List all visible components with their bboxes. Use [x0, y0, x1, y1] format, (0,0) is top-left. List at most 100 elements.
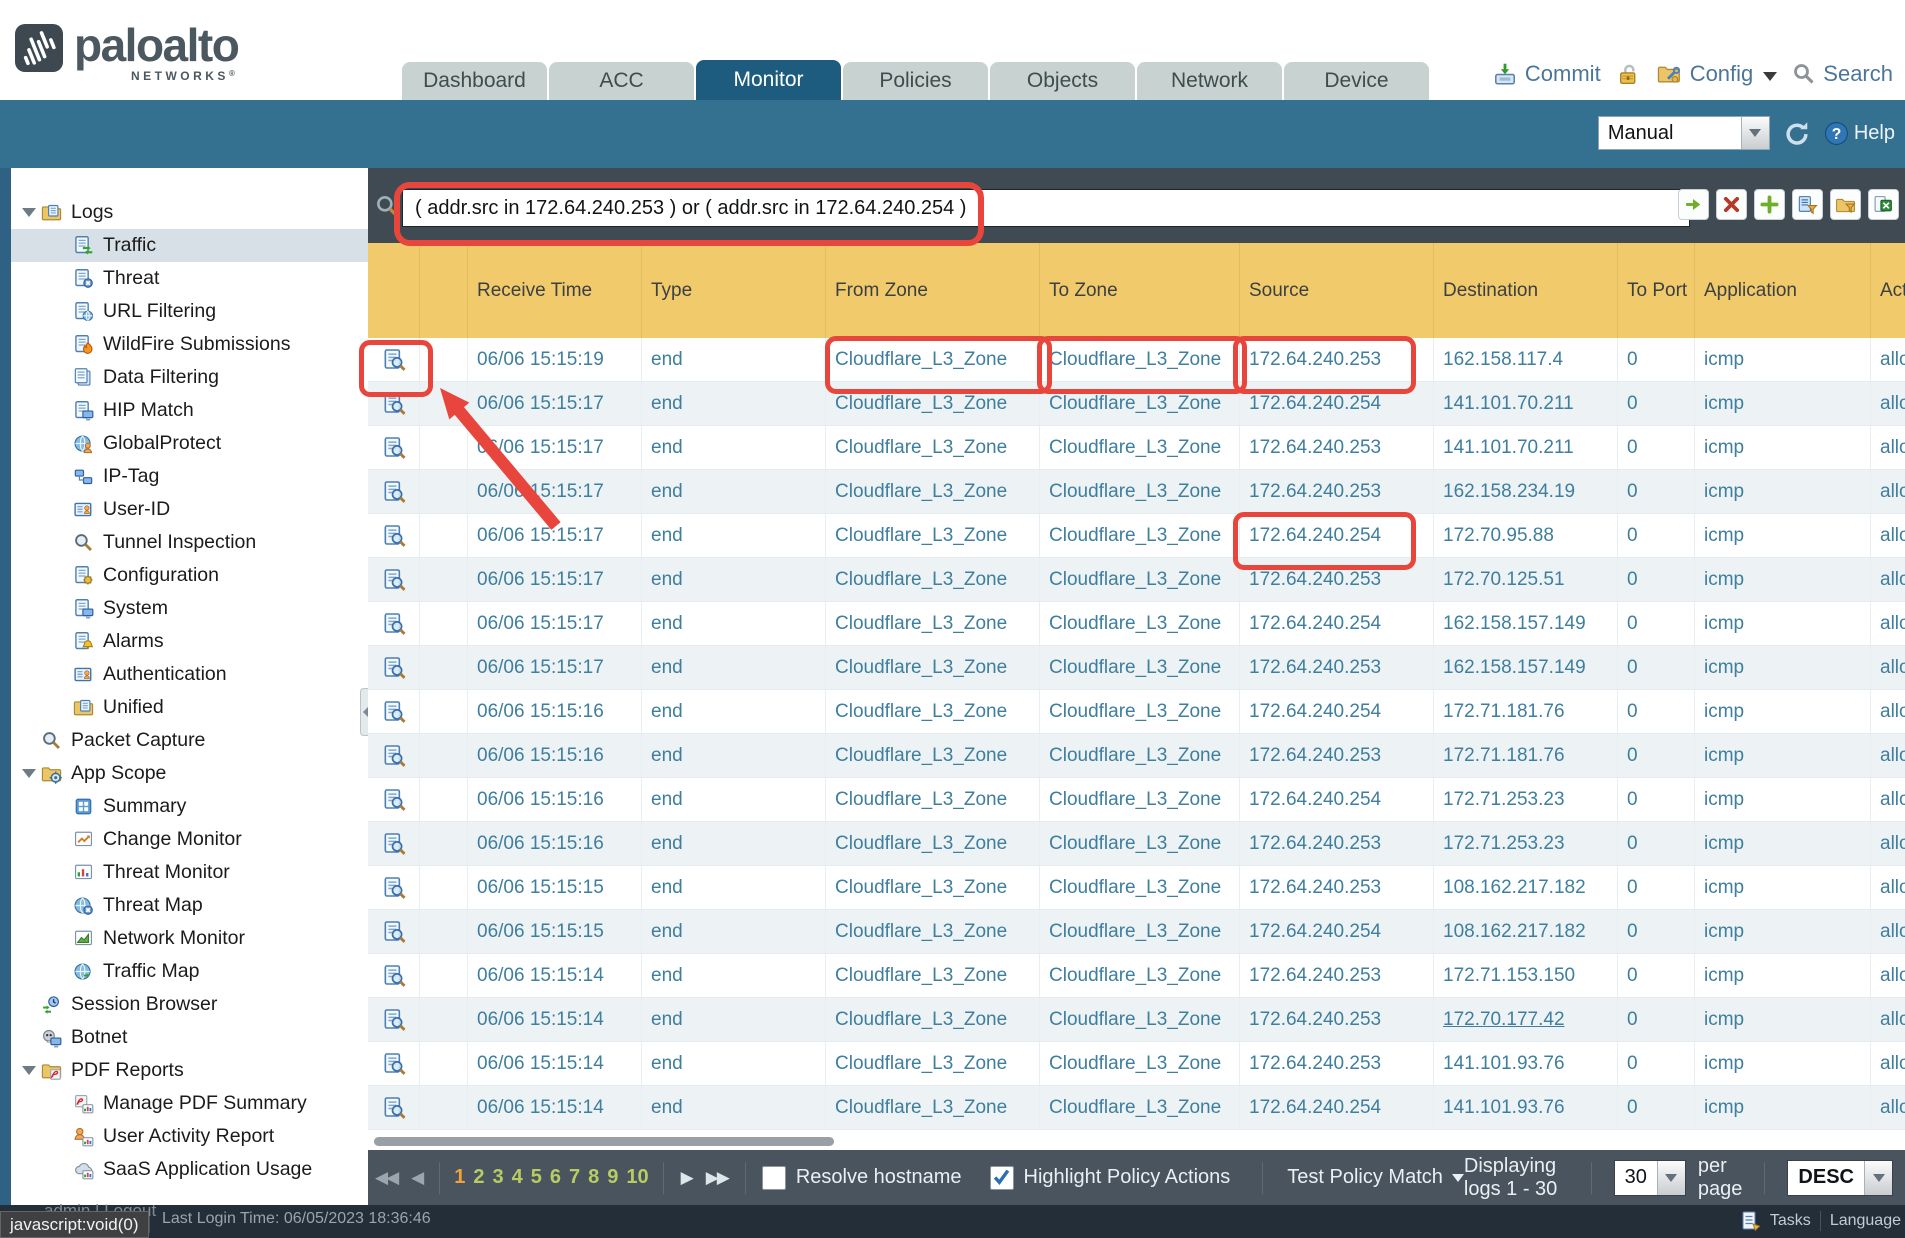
log-detail-button[interactable] [368, 910, 420, 953]
page-number-5[interactable]: 5 [531, 1166, 542, 1189]
log-detail-button[interactable] [368, 338, 420, 381]
sidebar-item-unified[interactable]: Unified [11, 691, 368, 724]
help-button[interactable]: ? Help [1824, 121, 1895, 146]
log-detail-button[interactable] [368, 690, 420, 733]
log-detail-button[interactable] [368, 646, 420, 689]
search-button[interactable]: Search [1792, 61, 1893, 87]
sidebar-item-change-monitor[interactable]: Change Monitor [11, 823, 368, 856]
highlight-policy-checkbox[interactable] [990, 1166, 1014, 1190]
sidebar-item-threat-monitor[interactable]: Threat Monitor [11, 856, 368, 889]
sidebar-item-network-monitor[interactable]: Network Monitor [11, 922, 368, 955]
tasks-button[interactable]: Tasks [1770, 1212, 1811, 1230]
tab-acc[interactable]: ACC [549, 62, 694, 100]
resolve-hostname-checkbox[interactable] [762, 1166, 786, 1190]
page-number-6[interactable]: 6 [550, 1166, 561, 1189]
tab-dashboard[interactable]: Dashboard [402, 62, 547, 100]
sidebar-item-saas-application-usage[interactable]: SaaS Application Usage [11, 1153, 368, 1186]
config-menu[interactable]: Config [1656, 61, 1778, 87]
sidebar-item-system[interactable]: System [11, 592, 368, 625]
column-header-to_port[interactable]: To Port [1618, 243, 1695, 338]
sidebar-item-threat-map[interactable]: Threat Map [11, 889, 368, 922]
page-number-7[interactable]: 7 [569, 1166, 580, 1189]
tab-monitor[interactable]: Monitor [696, 60, 841, 100]
select-arrow-icon[interactable] [1741, 117, 1769, 149]
sidebar-item-session-browser[interactable]: Session Browser [11, 988, 368, 1021]
sidebar-item-data-filtering[interactable]: Data Filtering [11, 361, 368, 394]
horizontal-scrollbar[interactable] [368, 1130, 1905, 1150]
refresh-interval-select[interactable]: Manual [1598, 116, 1770, 150]
select-arrow-icon[interactable] [1864, 1161, 1892, 1195]
expander-icon[interactable] [22, 208, 36, 217]
log-detail-button[interactable] [368, 602, 420, 645]
column-header-destination[interactable]: Destination [1434, 243, 1618, 338]
log-detail-button[interactable] [368, 514, 420, 557]
page-number-1[interactable]: 1 [454, 1166, 465, 1189]
column-header-source[interactable]: Source [1240, 243, 1434, 338]
apply-filter-button[interactable] [1678, 189, 1709, 220]
log-detail-button[interactable] [368, 778, 420, 821]
column-header-from_zone[interactable]: From Zone [826, 243, 1040, 338]
sidebar-item-configuration[interactable]: Configuration [11, 559, 368, 592]
sidebar-item-globalprotect[interactable]: GlobalProtect [11, 427, 368, 460]
page-number-9[interactable]: 9 [607, 1166, 618, 1189]
log-detail-button[interactable] [368, 1086, 420, 1129]
language-button[interactable]: Language [1830, 1212, 1901, 1230]
sidebar-item-pdf-reports[interactable]: PDF Reports [11, 1054, 368, 1087]
add-filter-button[interactable] [1754, 189, 1785, 220]
destination-link[interactable]: 172.70.177.42 [1443, 1009, 1565, 1031]
log-detail-button[interactable] [368, 426, 420, 469]
sidebar-item-summary[interactable]: Summary [11, 790, 368, 823]
sidebar-item-traffic-map[interactable]: Traffic Map [11, 955, 368, 988]
tab-objects[interactable]: Objects [990, 62, 1135, 100]
export-csv-button[interactable] [1868, 189, 1899, 220]
sidebar-item-packet-capture[interactable]: Packet Capture [11, 724, 368, 757]
prev-page-button[interactable]: ◀ [411, 1168, 422, 1188]
sidebar-item-app-scope[interactable]: App Scope [11, 757, 368, 790]
sidebar-item-ip-tag[interactable]: IP-Tag [11, 460, 368, 493]
log-detail-button[interactable] [368, 382, 420, 425]
clear-filter-button[interactable] [1716, 189, 1747, 220]
log-detail-button[interactable] [368, 558, 420, 601]
expander-icon[interactable] [22, 769, 36, 778]
log-detail-button[interactable] [368, 470, 420, 513]
sidebar-item-alarms[interactable]: Alarms [11, 625, 368, 658]
sidebar-item-traffic[interactable]: Traffic [11, 229, 368, 262]
column-header-to_zone[interactable]: To Zone [1040, 243, 1240, 338]
sidebar-item-logs[interactable]: Logs [11, 196, 368, 229]
log-detail-button[interactable] [368, 1042, 420, 1085]
cell-destination[interactable]: 172.70.177.42 [1434, 998, 1618, 1041]
sidebar-item-hip-match[interactable]: HIP Match [11, 394, 368, 427]
page-number-3[interactable]: 3 [492, 1166, 503, 1189]
page-number-4[interactable]: 4 [512, 1166, 523, 1189]
first-page-button[interactable]: ◀◀ [375, 1168, 397, 1188]
load-filter-button[interactable] [1830, 189, 1861, 220]
page-number-8[interactable]: 8 [588, 1166, 599, 1189]
log-detail-button[interactable] [368, 822, 420, 865]
next-page-button[interactable]: ▶ [681, 1168, 692, 1188]
commit-button[interactable]: Commit [1492, 61, 1601, 87]
sidebar-item-url-filtering[interactable]: URL Filtering [11, 295, 368, 328]
sidebar-item-manage-pdf-summary[interactable]: Manage PDF Summary [11, 1087, 368, 1120]
tab-policies[interactable]: Policies [843, 62, 988, 100]
page-number-2[interactable]: 2 [473, 1166, 484, 1189]
log-detail-button[interactable] [368, 866, 420, 909]
log-detail-button[interactable] [368, 998, 420, 1041]
refresh-icon[interactable] [1783, 119, 1811, 147]
select-arrow-icon[interactable] [1657, 1161, 1685, 1195]
per-page-select[interactable]: 30 [1614, 1160, 1686, 1196]
filter-builder-button[interactable] [1792, 189, 1823, 220]
sidebar-item-wildfire-submissions[interactable]: WildFire Submissions [11, 328, 368, 361]
sidebar-item-tunnel-inspection[interactable]: Tunnel Inspection [11, 526, 368, 559]
log-detail-button[interactable] [368, 734, 420, 777]
test-policy-match-button[interactable]: Test Policy Match [1287, 1166, 1464, 1189]
column-header-receive_time[interactable]: Receive Time [468, 243, 642, 338]
sidebar-item-user-activity-report[interactable]: User Activity Report [11, 1120, 368, 1153]
column-header-application[interactable]: Application [1695, 243, 1871, 338]
column-header-action[interactable]: Action [1871, 243, 1905, 338]
lock-button[interactable] [1616, 62, 1641, 87]
sidebar-item-threat[interactable]: Threat [11, 262, 368, 295]
tab-device[interactable]: Device [1284, 62, 1429, 100]
sort-order-select[interactable]: DESC [1787, 1160, 1893, 1196]
column-header-type[interactable]: Type [642, 243, 826, 338]
expander-icon[interactable] [22, 1066, 36, 1075]
